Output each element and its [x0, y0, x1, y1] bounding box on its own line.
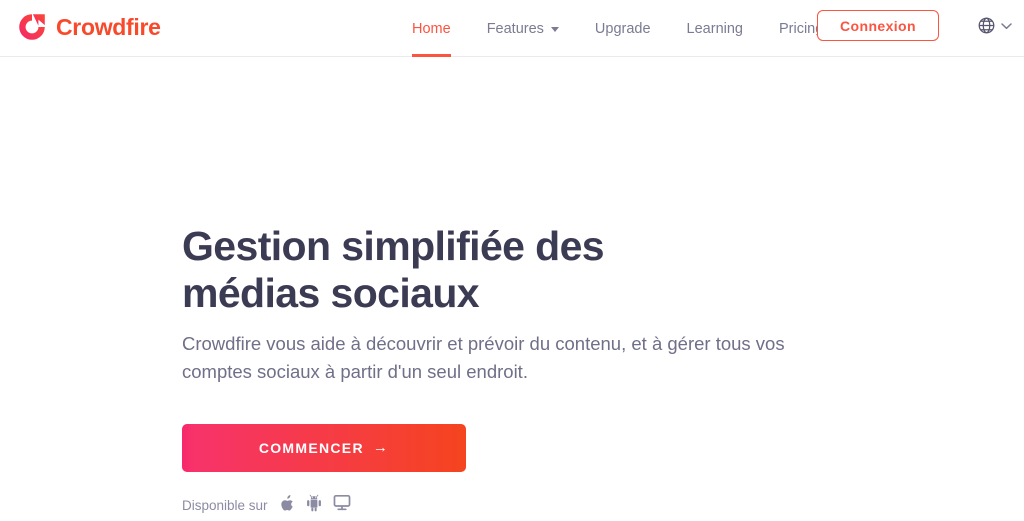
brand-name: Crowdfire — [56, 13, 161, 40]
android-icon[interactable] — [306, 494, 322, 517]
nav-item-features[interactable]: Features — [487, 0, 559, 57]
nav-item-home[interactable]: Home — [412, 0, 451, 57]
hero-section: Gestion simplifiée des médias sociaux Cr… — [0, 57, 1024, 517]
nav-item-home-label: Home — [412, 20, 451, 37]
login-button-label: Connexion — [840, 17, 916, 34]
nav-item-features-label: Features — [486, 20, 544, 37]
chevron-down-icon — [550, 27, 559, 32]
available-platforms: Disponible sur — [182, 494, 1024, 517]
available-label: Disponible sur — [182, 497, 268, 513]
nav-item-upgrade-label: Upgrade — [594, 20, 651, 37]
main-navigation: Home Features Upgrade Learning Pricing — [412, 0, 823, 57]
brand-logo-link[interactable]: Crowdfire — [16, 11, 161, 43]
login-button[interactable]: Connexion — [817, 10, 939, 41]
nav-item-learning[interactable]: Learning — [687, 0, 743, 57]
apple-icon[interactable] — [280, 494, 295, 517]
hero-subtitle: Crowdfire vous aide à découvrir et prévo… — [182, 333, 785, 383]
nav-item-learning-label: Learning — [686, 20, 743, 37]
site-header: Crowdfire Home Features Upgrade Learning… — [0, 0, 1024, 57]
get-started-button-label: COMMENCER — [258, 439, 364, 456]
language-selector[interactable] — [977, 16, 1012, 35]
crowdfire-logo-icon — [16, 11, 48, 43]
get-started-button[interactable]: COMMENCER → — [182, 423, 466, 472]
chevron-down-icon — [996, 22, 1012, 30]
desktop-monitor-icon[interactable] — [333, 494, 351, 516]
page-title: Gestion simplifiée des médias sociaux — [182, 223, 605, 316]
arrow-right-icon: → — [372, 439, 390, 457]
nav-item-upgrade[interactable]: Upgrade — [595, 0, 651, 57]
globe-icon — [977, 16, 996, 35]
